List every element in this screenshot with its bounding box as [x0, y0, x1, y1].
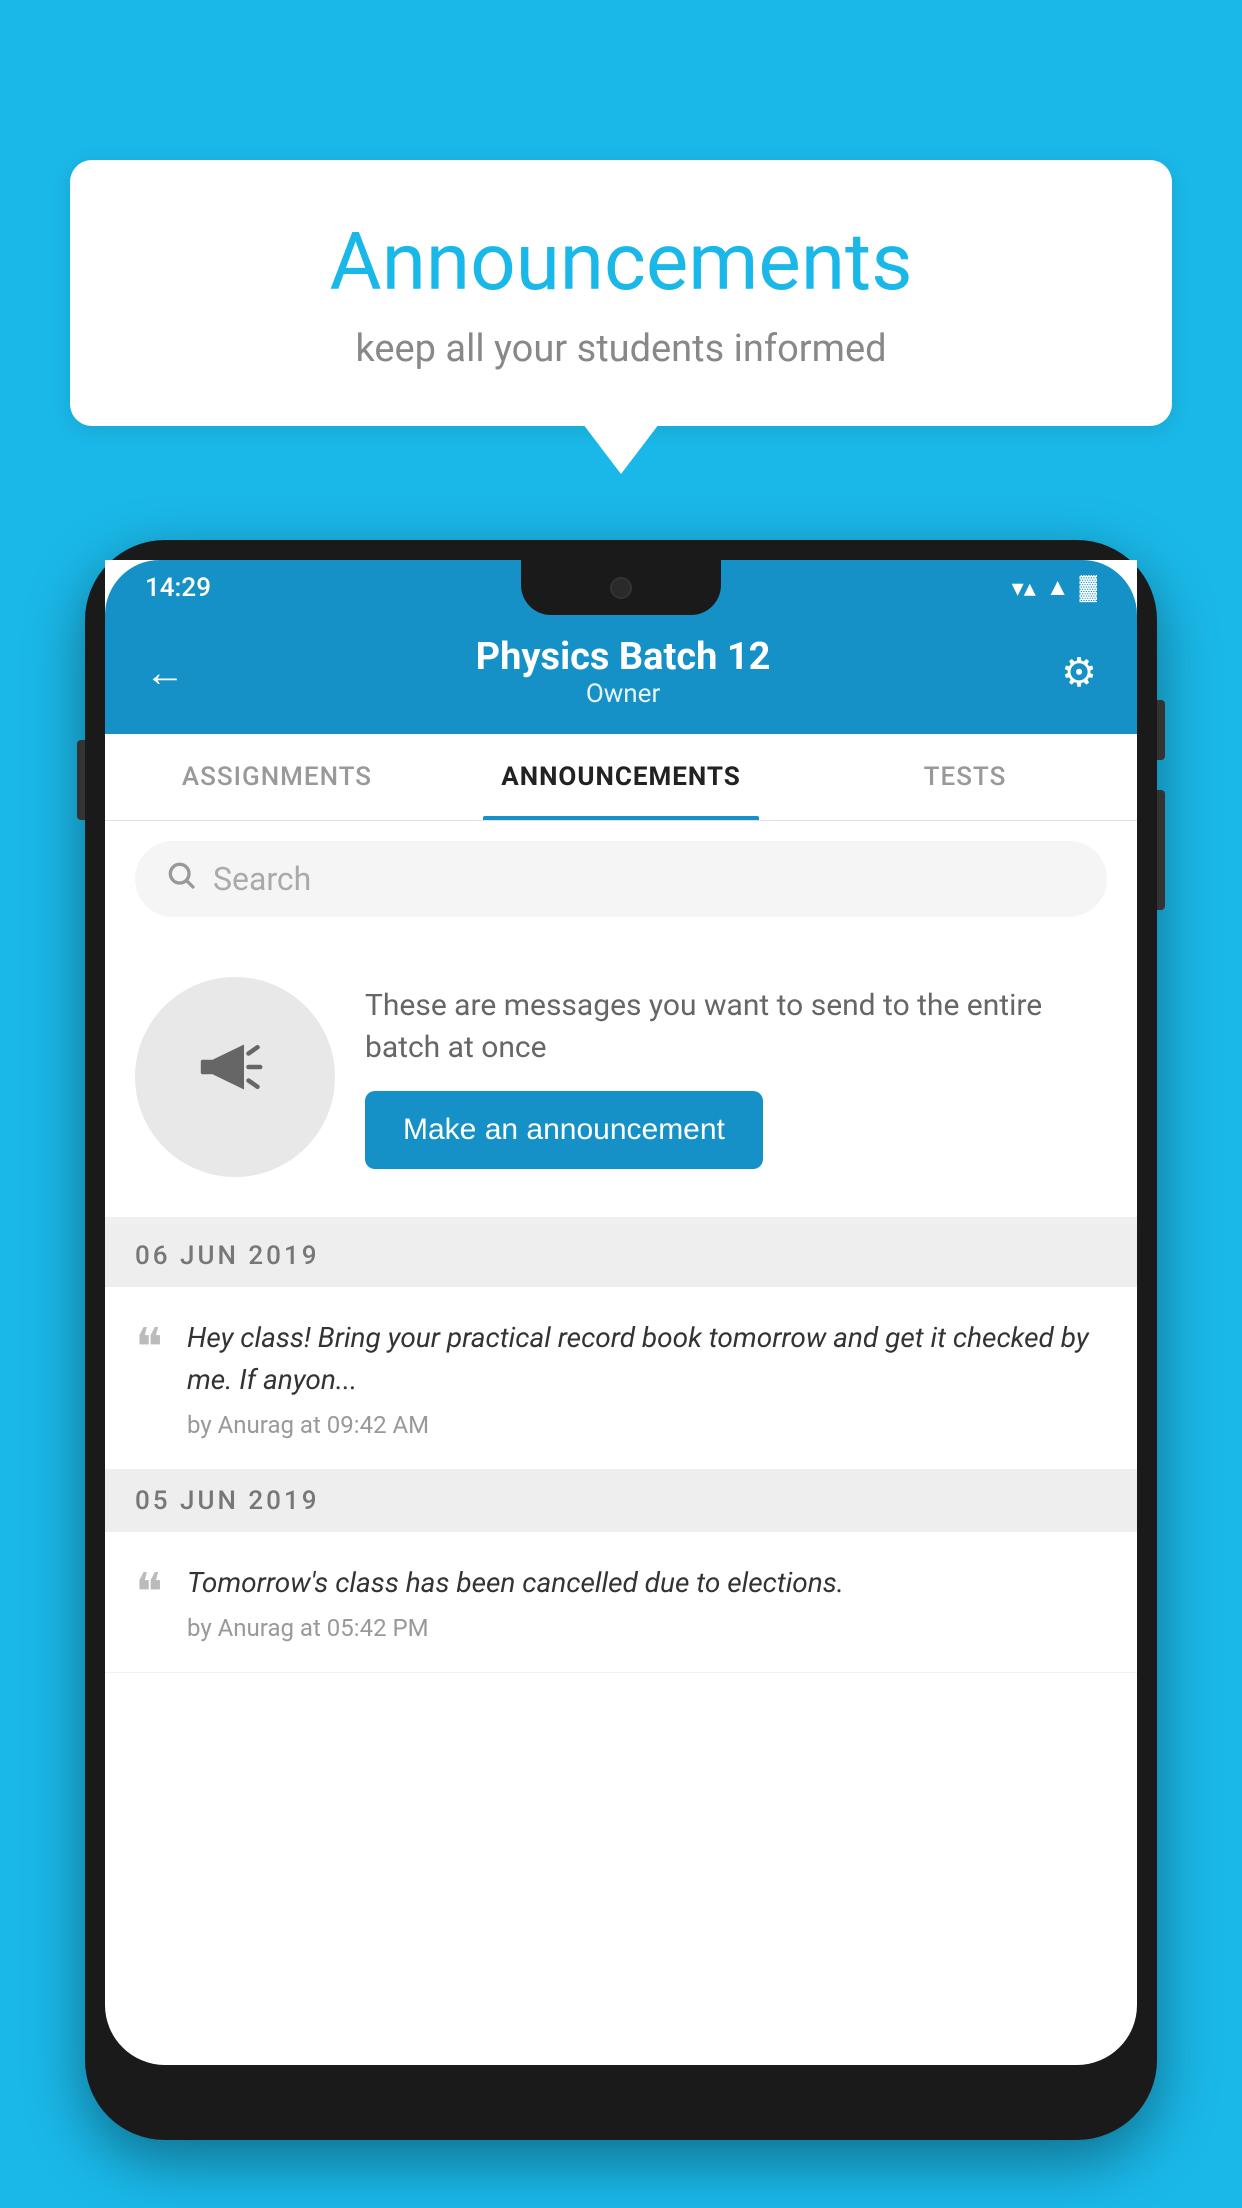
announcement-item-2[interactable]: ❝ Tomorrow's class has been cancelled du…: [105, 1532, 1137, 1673]
tab-announcements[interactable]: ANNOUNCEMENTS: [449, 734, 793, 820]
search-placeholder: Search: [213, 860, 311, 898]
battery-icon: ▓: [1080, 573, 1098, 602]
tab-assignments[interactable]: ASSIGNMENTS: [105, 734, 449, 820]
header-subtitle: Owner: [476, 679, 771, 709]
quote-icon-2: ❝: [135, 1567, 163, 1619]
phone-container: 14:29 ▾▴ ▲ ▓ ← Physics Batch 12 Owner ⚙ …: [85, 540, 1157, 2208]
date-separator-1: 06 JUN 2019: [105, 1225, 1137, 1287]
announcement-meta-1: by Anurag at 09:42 AM: [187, 1411, 1107, 1439]
search-bar[interactable]: Search: [135, 841, 1107, 917]
date-separator-2: 05 JUN 2019: [105, 1470, 1137, 1532]
signal-icon: ▲: [1046, 573, 1070, 602]
megaphone-icon: [190, 1022, 280, 1132]
speech-bubble-subtitle: keep all your students informed: [130, 327, 1112, 371]
side-button-right-top: [1157, 700, 1165, 760]
announcement-icon-circle: [135, 977, 335, 1177]
quote-icon-1: ❝: [135, 1322, 163, 1374]
announcement-message-2: Tomorrow's class has been cancelled due …: [187, 1562, 1107, 1604]
gear-icon[interactable]: ⚙: [1061, 649, 1097, 696]
search-bar-container: Search: [105, 821, 1137, 937]
make-announcement-button[interactable]: Make an announcement: [365, 1091, 763, 1169]
app-header: ← Physics Batch 12 Owner ⚙: [105, 615, 1137, 734]
search-icon: [165, 859, 197, 899]
header-title: Physics Batch 12: [476, 635, 771, 679]
wifi-icon: ▾▴: [1012, 574, 1036, 602]
side-button-right-bottom: [1157, 790, 1165, 910]
speech-bubble-container: Announcements keep all your students inf…: [70, 160, 1172, 426]
side-button-left: [77, 740, 85, 820]
tab-tests[interactable]: TESTS: [793, 734, 1137, 820]
phone-screen: 14:29 ▾▴ ▲ ▓ ← Physics Batch 12 Owner ⚙ …: [105, 560, 1137, 2065]
phone-notch: [521, 560, 721, 615]
announcement-message-1: Hey class! Bring your practical record b…: [187, 1317, 1107, 1401]
phone-frame: 14:29 ▾▴ ▲ ▓ ← Physics Batch 12 Owner ⚙ …: [85, 540, 1157, 2140]
status-icons: ▾▴ ▲ ▓: [1012, 573, 1097, 602]
tabs-bar: ASSIGNMENTS ANNOUNCEMENTS TESTS: [105, 734, 1137, 821]
speech-bubble-title: Announcements: [130, 215, 1112, 309]
header-center: Physics Batch 12 Owner: [476, 635, 771, 709]
speech-bubble: Announcements keep all your students inf…: [70, 160, 1172, 426]
announcement-item-1[interactable]: ❝ Hey class! Bring your practical record…: [105, 1287, 1137, 1470]
announcement-promo-right: These are messages you want to send to t…: [365, 985, 1107, 1169]
camera-dot: [610, 577, 632, 599]
back-button[interactable]: ←: [145, 649, 185, 696]
announcement-meta-2: by Anurag at 05:42 PM: [187, 1614, 1107, 1642]
announcement-promo-text: These are messages you want to send to t…: [365, 985, 1107, 1069]
announcement-promo: These are messages you want to send to t…: [105, 937, 1137, 1225]
announcement-content-2: Tomorrow's class has been cancelled due …: [187, 1562, 1107, 1642]
announcement-content-1: Hey class! Bring your practical record b…: [187, 1317, 1107, 1439]
status-time: 14:29: [145, 573, 211, 603]
